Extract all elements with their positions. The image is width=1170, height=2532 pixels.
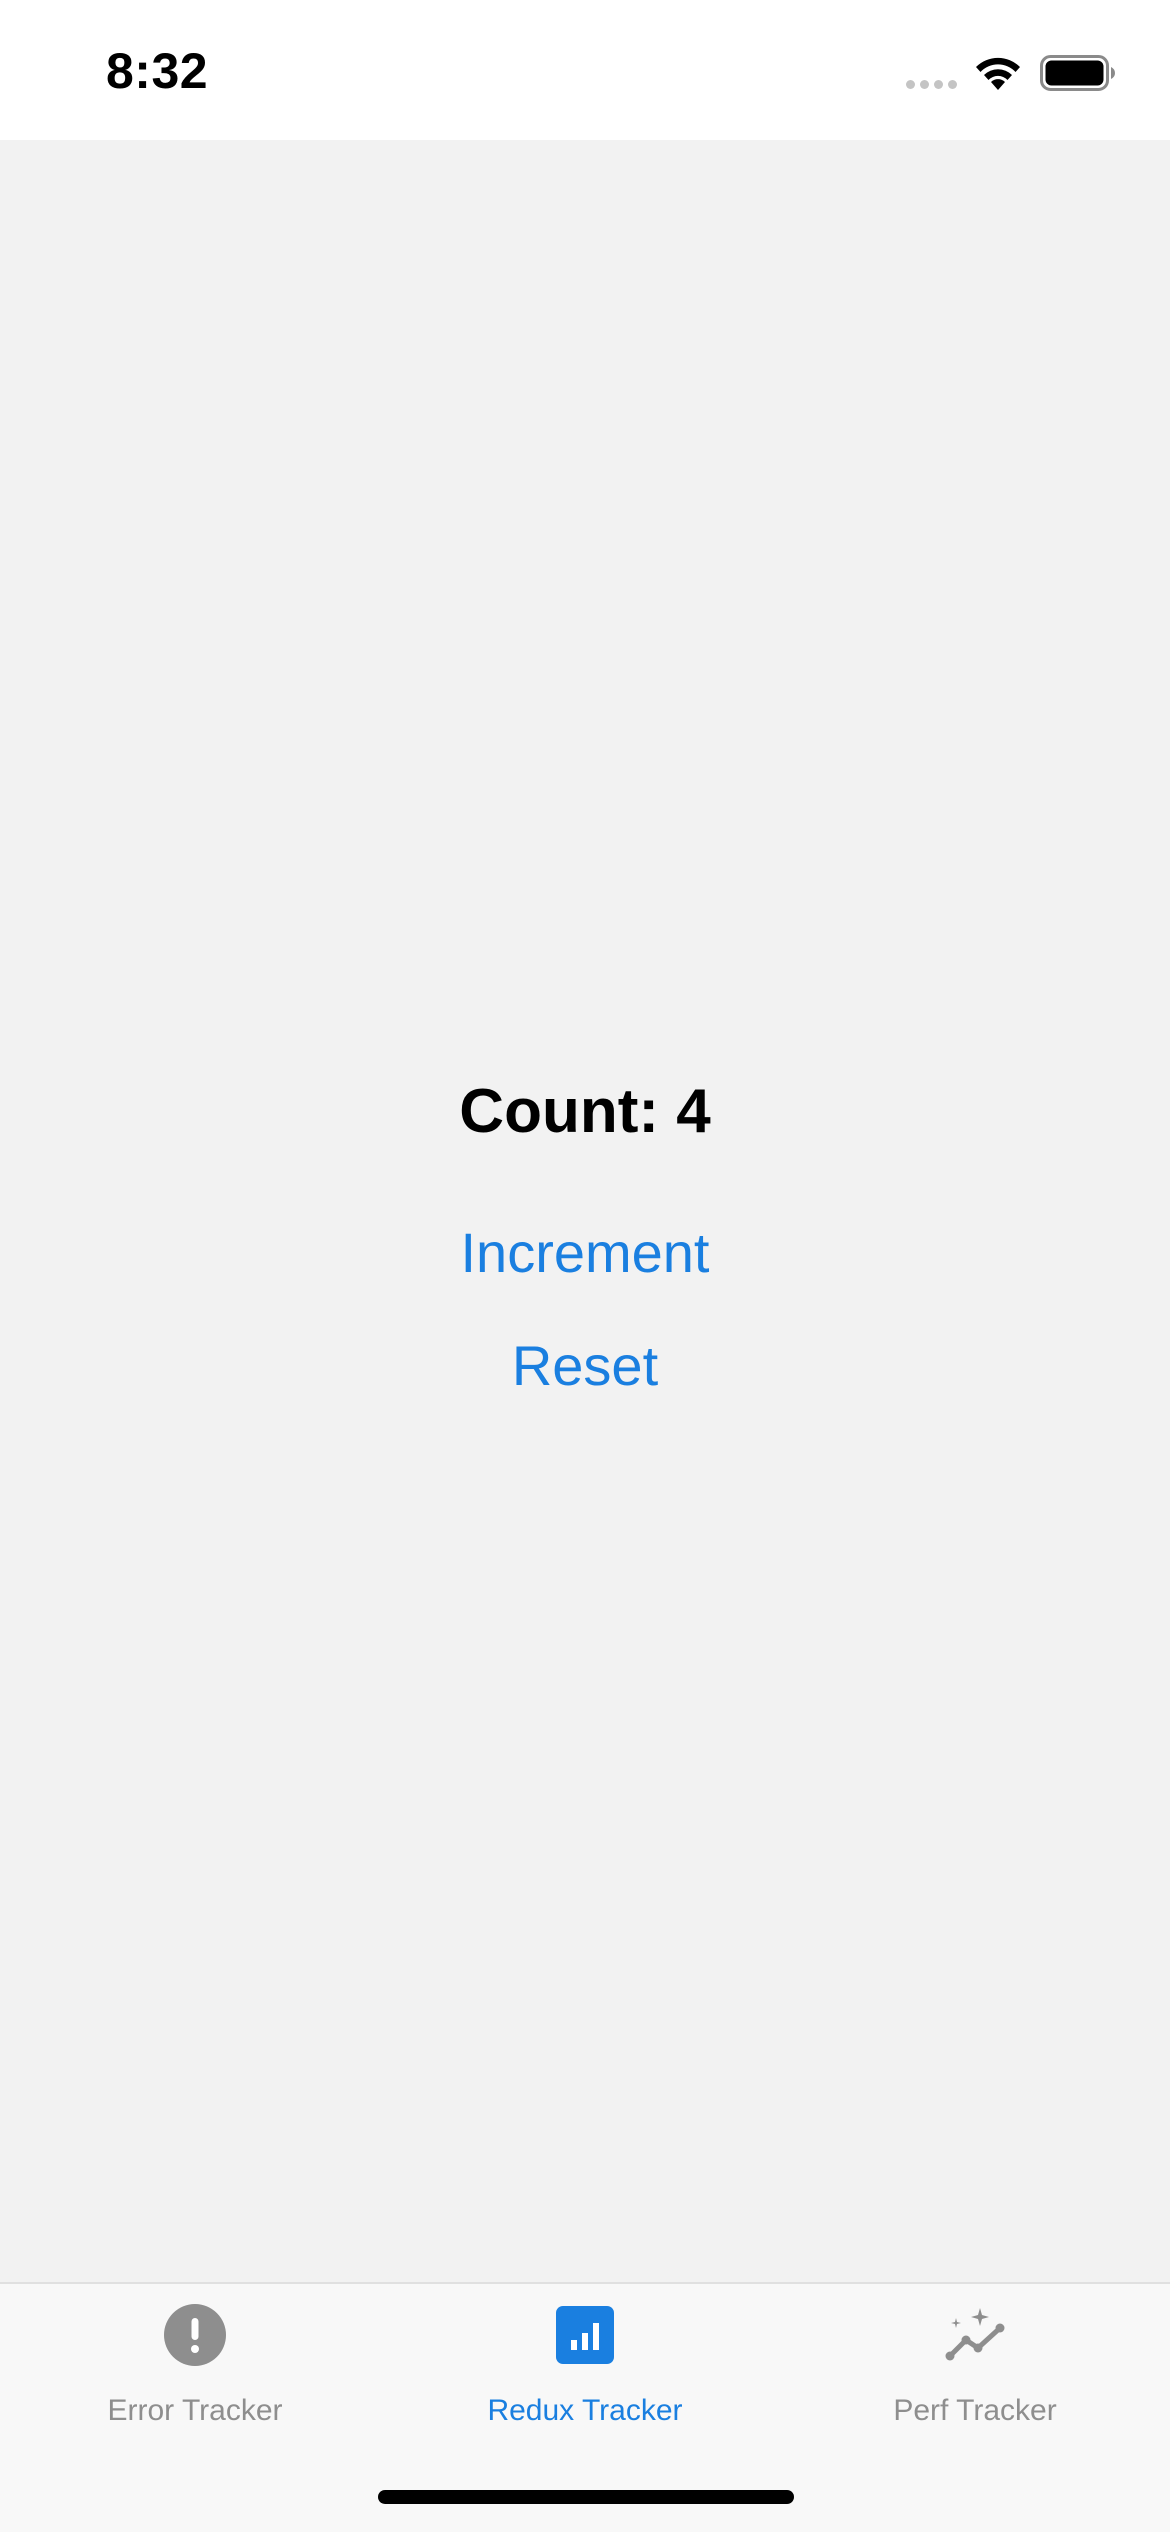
tab-label: Perf Tracker — [893, 2394, 1057, 2427]
cellular-signal-icon — [906, 80, 957, 89]
count-label: Count: 4 — [459, 1077, 711, 1146]
status-time: 8:32 — [106, 43, 209, 99]
sparkline-chart-icon — [945, 2308, 1005, 2361]
home-indicator[interactable] — [378, 2490, 794, 2504]
exclamation-circle-icon — [164, 2304, 226, 2366]
tab-label: Redux Tracker — [487, 2394, 683, 2427]
wifi-icon — [976, 57, 1020, 90]
bar-chart-icon — [556, 2306, 614, 2364]
tab-redux-tracker[interactable]: Redux Tracker — [390, 2284, 780, 2484]
reset-button[interactable]: Reset — [0, 1333, 1170, 1398]
status-bar: 8:32 — [0, 0, 1170, 140]
main-content — [0, 140, 1170, 2282]
battery-icon — [1040, 55, 1115, 91]
tab-label: Error Tracker — [107, 2394, 283, 2427]
tab-error-tracker[interactable]: Error Tracker — [0, 2284, 390, 2484]
increment-button[interactable]: Increment — [0, 1220, 1170, 1285]
tab-perf-tracker[interactable]: Perf Tracker — [780, 2284, 1170, 2484]
